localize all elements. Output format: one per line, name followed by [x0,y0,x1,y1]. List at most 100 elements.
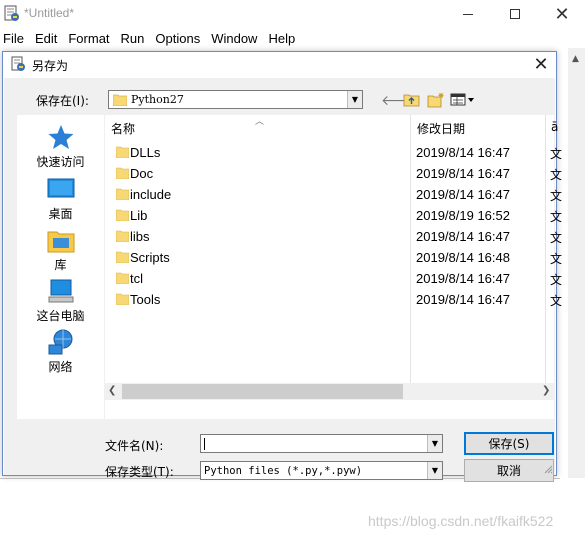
editor-vertical-scrollbar[interactable]: ▲ [568,48,585,478]
sort-ascending-icon: ︿ [255,117,265,127]
scroll-up-icon[interactable]: ▲ [572,54,579,64]
file-list: ︿ 名称 修改日期 ā DLLs 2019/8/14 16:47 文 Doc 2… [105,115,562,419]
save-in-dropdown[interactable]: Python27 ▼ [108,90,363,109]
places-bar: 快速访问 桌面 库 这台电脑 网络 [17,115,104,419]
close-window-button[interactable]: ✕ [539,0,585,28]
scrollbar-thumb[interactable] [122,384,403,399]
folder-icon [116,146,129,158]
save-as-dialog: 另存为 ✕ 保存在(I): Python27 ▼ 🡐 快速访问 桌面 库 这台电… [2,51,562,482]
minimize-icon [463,13,473,15]
maximize-button[interactable] [492,0,538,28]
place-this-pc[interactable]: 这台电脑 [17,277,104,324]
file-row[interactable]: DLLs 2019/8/14 16:47 文 [105,142,562,163]
minimize-button[interactable] [445,0,491,28]
file-name: include [130,187,172,202]
menu-window[interactable]: Window [208,29,263,49]
save-button[interactable]: 保存(S) [464,432,554,455]
file-date: 2019/8/14 16:48 [416,250,510,265]
idle-app-icon [4,5,19,21]
file-row[interactable]: Lib 2019/8/19 16:52 文 [105,205,562,226]
menu-edit[interactable]: Edit [32,29,63,49]
place-quick-access[interactable]: 快速访问 [17,123,104,170]
folder-icon [116,188,129,200]
file-type: 文 [550,210,563,224]
file-name: Doc [130,166,154,181]
file-type: 文 [550,189,563,203]
place-label: 网络 [48,360,73,374]
folder-icon [116,230,129,242]
computer-icon [48,279,73,303]
text-caret [204,438,205,450]
file-type: 文 [550,273,563,287]
folder-icon [116,167,129,179]
network-icon [48,329,72,355]
horizontal-scrollbar[interactable]: ❮ ❯ [105,383,554,400]
folder-icon [116,272,129,284]
filetype-label: 保存类型(T): [105,465,174,479]
view-menu-icon[interactable] [450,92,478,108]
filename-label: 文件名(N): [105,439,164,453]
file-date: 2019/8/14 16:47 [416,166,510,181]
resize-grip-icon[interactable] [543,464,553,474]
menu-format[interactable]: Format [65,29,115,49]
menu-help[interactable]: Help [265,29,301,49]
file-type: 文 [550,168,563,182]
file-row[interactable]: Tools 2019/8/14 16:47 文 [105,289,562,310]
save-in-label: 保存在(I): [36,94,89,108]
file-row[interactable]: Doc 2019/8/14 16:47 文 [105,163,562,184]
filename-input[interactable]: ▼ [200,434,443,453]
main-titlebar: *Untitled* ✕ [0,0,585,28]
place-network[interactable]: 网络 [17,328,104,375]
file-date: 2019/8/14 16:47 [416,229,510,244]
file-name: libs [130,229,150,244]
file-name: Scripts [130,250,170,265]
scroll-right-icon[interactable]: ❯ [542,385,550,396]
file-date: 2019/8/19 16:52 [416,208,510,223]
file-row[interactable]: tcl 2019/8/14 16:47 文 [105,268,562,289]
filetype-dropdown[interactable]: Python files (*.py,*.pyw) ▼ [200,461,443,480]
menu-options[interactable]: Options [152,29,206,49]
column-header-name[interactable]: 名称 [111,120,135,137]
column-header-type[interactable]: ā [551,120,558,134]
new-folder-icon[interactable] [427,92,445,108]
chevron-down-icon[interactable]: ▼ [427,462,442,479]
scroll-left-icon[interactable]: ❮ [108,385,116,396]
folder-icon [113,94,127,106]
chevron-down-icon[interactable]: ▼ [347,91,362,108]
desktop-icon [47,178,74,198]
file-date: 2019/8/14 16:47 [416,271,510,286]
chevron-down-icon[interactable]: ▼ [427,435,442,452]
file-row[interactable]: libs 2019/8/14 16:47 文 [105,226,562,247]
menu-file[interactable]: File [0,29,30,49]
place-desktop[interactable]: 桌面 [17,175,104,222]
folder-icon [116,209,129,221]
window-title: *Untitled* [24,6,75,20]
filetype-value: Python files (*.py,*.pyw) [204,465,363,477]
dialog-title: 另存为 [32,59,69,73]
column-header-date[interactable]: 修改日期 [417,120,465,137]
file-type: 文 [550,294,563,308]
save-in-value: Python27 [131,93,184,106]
place-library[interactable]: 库 [17,226,104,273]
place-label: 快速访问 [36,155,85,169]
file-name: DLLs [130,145,161,160]
dialog-titlebar: 另存为 ✕ [3,52,556,77]
menu-run[interactable]: Run [118,29,151,49]
file-row[interactable]: Scripts 2019/8/14 16:48 文 [105,247,562,268]
file-row[interactable]: include 2019/8/14 16:47 文 [105,184,562,205]
idle-app-icon [11,56,25,71]
folder-icon [116,251,129,263]
file-date: 2019/8/14 16:47 [416,187,510,202]
up-folder-icon[interactable] [403,92,421,108]
dialog-close-button[interactable]: ✕ [527,53,555,76]
file-name: tcl [130,271,143,286]
cancel-button[interactable]: 取消 [464,459,554,482]
place-label: 桌面 [48,207,73,221]
file-name: Tools [130,292,161,307]
file-type: 文 [550,252,563,266]
file-date: 2019/8/14 16:47 [416,145,510,160]
dialog-body: 保存在(I): Python27 ▼ 🡐 快速访问 桌面 库 这台电脑 网络 ︿… [4,78,562,482]
place-label: 库 [54,258,67,272]
folder-icon [116,293,129,305]
place-label: 这台电脑 [36,309,85,323]
